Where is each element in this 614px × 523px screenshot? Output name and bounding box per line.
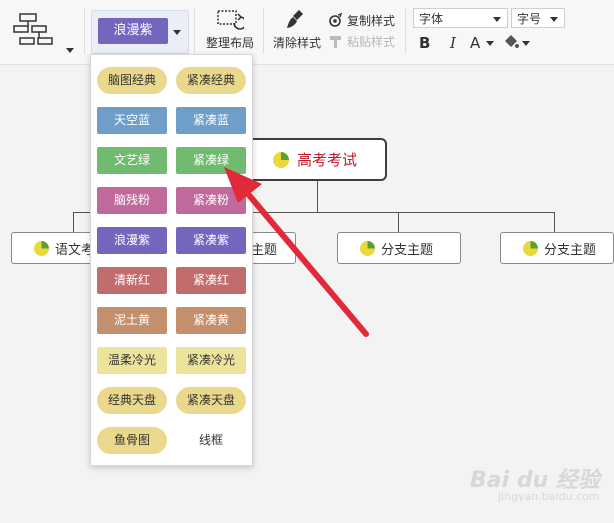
fill-color-button[interactable] [502,33,532,53]
chevron-down-icon [173,30,181,35]
italic-button[interactable]: I [450,34,456,52]
copy-style-button[interactable]: 复制样式 [328,12,395,29]
chevron-down-icon [550,17,558,22]
paint-bucket-icon [505,35,519,48]
theme-option[interactable]: 线框 [176,427,246,454]
clear-style-label: 清除样式 [272,36,321,50]
divider [263,8,264,54]
theme-option[interactable]: 紧凑绿 [176,147,246,174]
font-color-button[interactable]: A [470,33,496,53]
watermark-url: jingyan.baidu.com [498,490,600,503]
divider [84,8,85,54]
theme-option[interactable]: 紧凑紫 [176,227,246,254]
font-size-select[interactable]: 字号 [511,8,565,28]
progress-pie-icon [273,151,289,168]
theme-option[interactable]: 紧凑蓝 [176,107,246,134]
theme-select[interactable]: 浪漫紫 [91,10,189,54]
chevron-down-icon [66,48,74,53]
theme-option[interactable]: 脑残粉 [97,187,167,214]
paste-style-button[interactable]: 粘贴样式 [328,33,395,50]
paste-style-label: 粘贴样式 [347,35,396,49]
branch-topic-label: 语文考 [55,242,95,258]
branch-topic[interactable]: 分支主题 [337,232,461,264]
divider [194,8,195,54]
paste-style-icon [330,36,341,48]
theme-option[interactable]: 泥土黄 [97,307,167,334]
theme-option[interactable]: 清新红 [97,267,167,294]
branch-topic-label: 分支主题 [381,242,434,258]
structure-icon [13,13,53,45]
theme-option[interactable]: 紧凑红 [176,267,246,294]
font-family-select[interactable]: 字体 [413,8,508,28]
progress-pie-icon [523,240,538,256]
tidy-layout-button[interactable]: 整理布局 [203,8,257,51]
font-family-value: 字体 [419,12,444,26]
theme-option[interactable]: 紧凑黄 [176,307,246,334]
clear-style-button[interactable]: 清除样式 [270,8,324,51]
connector-line [398,212,399,232]
font-size-value: 字号 [517,12,542,26]
theme-select-value: 浪漫紫 [98,18,168,44]
font-color-label: A [470,34,481,52]
bold-button[interactable]: B [419,34,430,52]
theme-option[interactable]: 鱼骨图 [97,427,167,454]
theme-option[interactable]: 温柔冷光 [97,347,167,374]
theme-option[interactable]: 天空蓝 [97,107,167,134]
chevron-down-icon [486,41,494,46]
theme-option[interactable]: 紧凑天盘 [176,387,246,414]
divider [405,8,406,54]
baidu-watermark: Bai du 经验 jingyan.baidu.com [470,462,610,512]
chevron-down-icon [493,17,501,22]
connector-line [317,181,318,212]
theme-option[interactable]: 紧凑粉 [176,187,246,214]
theme-option[interactable]: 紧凑经典 [176,67,246,94]
chevron-down-icon [522,41,530,46]
root-topic-label: 高考考试 [297,151,358,169]
progress-pie-icon [34,240,49,256]
theme-option[interactable]: 紧凑冷光 [176,347,246,374]
theme-option[interactable]: 经典天盘 [97,387,167,414]
theme-option[interactable]: 文艺绿 [97,147,167,174]
tidy-layout-icon [217,10,244,30]
structure-button[interactable] [8,8,78,58]
connector-line [554,212,555,232]
theme-option[interactable]: 脑图经典 [97,67,167,94]
branch-topic[interactable]: 分支主题 [500,232,614,264]
root-topic[interactable]: 高考考试 [243,138,387,181]
theme-option[interactable]: 浪漫紫 [97,227,167,254]
copy-style-label: 复制样式 [347,14,396,28]
tidy-layout-label: 整理布局 [205,36,254,50]
progress-pie-icon [360,240,375,256]
copy-style-icon [329,13,343,27]
branch-topic-label: 分支主题 [544,242,597,258]
brush-icon [287,10,303,28]
connector-line [73,212,74,232]
branch-topic-label: 主题 [250,242,277,258]
theme-dropdown-menu: 脑图经典 紧凑经典 天空蓝 紧凑蓝 文艺绿 紧凑绿 脑残粉 紧凑粉 浪漫紫 紧凑紫 清新红 紧凑红 泥土… [90,54,253,466]
